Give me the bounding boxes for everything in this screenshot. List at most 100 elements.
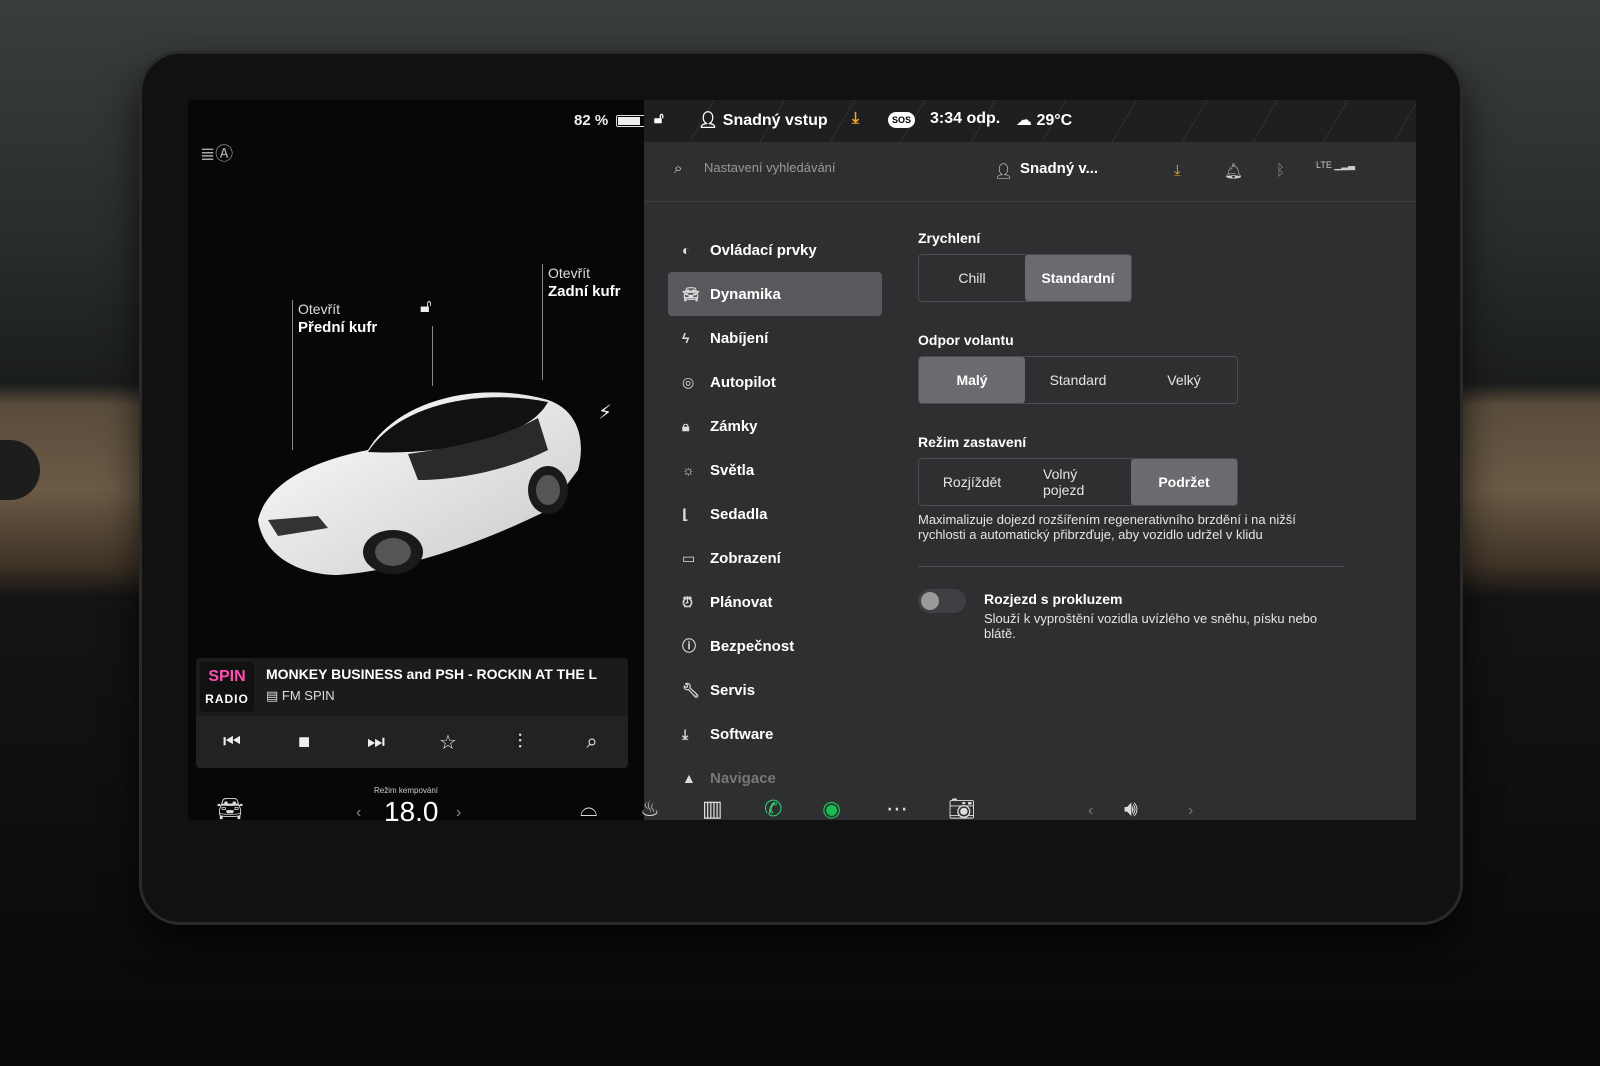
sos-label: SOS [888,112,916,128]
next-icon[interactable]: ⏭︎ [356,731,396,754]
profile-name: Snadný vstup [722,112,828,129]
lte-signal-icon: LTE ▁▂▃ [1316,160,1356,170]
open-frunk-callout[interactable]: Otevřít Přední kufr [298,300,377,337]
sidebar-item-label: Plánovat [710,593,773,611]
clock: 3:34 odp. [930,110,1001,127]
sidebar-item-6[interactable]: ☼ Světla [668,448,882,492]
sidebar-item-label: Zobrazení [710,549,781,567]
station-name: ▤ FM SPIN [266,688,335,703]
stopping-option-3[interactable]: Podržet [1131,459,1237,505]
search-row: ⌕ 👤︎ Snadný v... ⤓ 🔔︎ ᛒ LTE ▁▂▃ [644,142,1416,202]
settings-menu: ◐ Ovládací prvky 🚘︎ Dynamika ϟ Nabíjení ◎ Autop… [668,228,882,800]
seat-icon: ⌊ [682,505,689,522]
charge-port-icon[interactable]: ⚡︎ [598,400,612,425]
bell-icon[interactable]: 🔔︎ [1224,162,1243,180]
sidebar-item-5[interactable]: 🔒︎ Zámky [668,404,882,448]
steering-option-1[interactable]: Malý [919,357,1025,403]
network-type: LTE [1316,160,1332,170]
display-icon: ▭ [682,549,696,566]
temp-down-icon[interactable]: ‹ [356,804,361,822]
temp-up-icon[interactable]: › [456,804,461,822]
weather: ☁︎ 29°C [1016,112,1073,129]
alarm-icon: ⏰︎ [682,593,693,610]
front-defrost-icon[interactable]: ⌓ [580,796,597,822]
sos-icon[interactable]: SOS [888,110,916,128]
rear-defrost-icon[interactable]: ▥ [702,796,723,822]
callout-rear-line1: Otevřít [548,265,591,281]
interior-trim [0,440,40,500]
toggle-knob [921,592,939,610]
stopping-option-2[interactable]: Volný pojezd [1025,459,1131,505]
driver-profile[interactable]: 👤︎ Snadný vstup [698,110,828,130]
trunk-leader-line [542,264,543,380]
battery-icon [616,114,647,127]
toggle-icon: ◐ [682,242,691,258]
outside-temperature: 29°C [1036,112,1073,129]
car-icon: 🚘︎ [682,285,700,302]
media-controls: ⏮︎ ■ ⏭︎ ☆ ⫶ ⌕ [196,716,628,768]
bluetooth-icon[interactable]: ᛒ [1276,162,1285,179]
phone-icon[interactable]: ✆ [764,796,782,822]
sidebar-item-1[interactable]: ◐ Ovládací prvky [668,228,882,272]
favorite-star-icon[interactable]: ☆ [428,730,468,755]
bolt-icon: ϟ [682,330,690,346]
auto-headlight-icon[interactable]: ≣Ⓐ [200,140,233,166]
camera-icon[interactable]: 📷︎ [948,796,976,822]
previous-icon[interactable]: ⏮︎ [212,731,252,754]
sidebar-item-4[interactable]: ◎ Autopilot [668,360,882,404]
sidebar-item-10[interactable]: ⓘ Bezpečnost [668,624,882,668]
volume-down-icon[interactable]: ‹ [1088,802,1093,820]
acceleration-option-2[interactable]: Standardní [1025,255,1131,301]
logo-line2: RADIO [205,692,249,706]
more-apps-icon[interactable]: ⋯ [886,796,908,822]
unlock-icon[interactable]: 🔓︎ [420,296,432,317]
profile-icon[interactable]: 👤︎ [994,162,1013,180]
steering-title: Odpor volantu [918,332,1014,348]
download-icon[interactable]: ⤓ [1174,162,1181,179]
sidebar-item-label: Dynamika [710,285,781,303]
media-search-icon[interactable]: ⌕ [572,731,612,754]
spotify-icon[interactable]: ◉ [822,796,841,822]
stopping-title: Režim zastavení [918,434,1027,450]
sidebar-item-3[interactable]: ϟ Nabíjení [668,316,882,360]
cabin-temperature[interactable]: 18.0 [384,796,439,828]
stop-icon[interactable]: ■ [284,731,324,754]
download-icon: ⤓ [682,725,689,742]
volume-up-icon[interactable]: › [1188,802,1193,820]
seat-heater-icon[interactable]: ♨︎ [640,796,660,822]
slip-start-toggle[interactable] [918,589,966,613]
alert-icon: ⓘ [682,638,696,654]
settings-search-input[interactable] [704,160,964,175]
sidebar-item-label: Servis [710,681,756,699]
station-name-text: FM SPIN [281,688,335,703]
callout-front-line1: Otevřít [298,301,341,317]
acceleration-selector: Chill Standardní [918,254,1132,302]
stopping-option-1[interactable]: Rozjíždět [919,459,1025,505]
sidebar-item-label: Bezpečnost [710,637,795,655]
sidebar-item-2[interactable]: 🚘︎ Dynamika [668,272,882,316]
sidebar-item-11[interactable]: 🔧︎ Servis [668,668,882,712]
stopping-mode-selector: Rozjíždět Volný pojezd Podržet [918,458,1238,506]
profile-short-name[interactable]: Snadný v... [1020,160,1098,177]
steering-option-2[interactable]: Standard [1025,357,1131,403]
steering-option-3[interactable]: Velký [1131,357,1237,403]
sidebar-item-9[interactable]: ⏰︎ Plánovat [668,580,882,624]
divider [918,566,1344,567]
car-controls-icon[interactable]: 🚘︎ [216,796,244,822]
sidebar-item-8[interactable]: ▭ Zobrazení [668,536,882,580]
sidebar-item-12[interactable]: ⤓ Software [668,712,882,756]
volume-icon[interactable]: 🔊︎ [1124,796,1138,822]
stopping-description: Maximalizuje dojezd rozšířením regenerat… [918,512,1296,542]
door-lock-icon[interactable]: 🔓︎ [654,110,664,127]
sidebar-item-7[interactable]: ⌊ Sedadla [668,492,882,536]
slip-start-row: Rozjezd s prokluzem Slouží k vyproštění … [918,589,1388,649]
update-download-icon[interactable]: ⤓ [852,110,859,128]
equalizer-icon[interactable]: ⫶ [500,731,540,754]
station-logo: SPIN RADIO [200,662,254,712]
acceleration-option-1[interactable]: Chill [919,255,1025,301]
media-player[interactable]: SPIN RADIO MONKEY BUSINESS and PSH - ROC… [196,658,628,768]
open-trunk-callout[interactable]: Otevřít Zadní kufr [548,264,621,301]
status-bar: 🔓︎ 👤︎ Snadný vstup ⤓ SOS 3:34 odp. ☁︎ 29… [644,100,1416,142]
sun-icon: ☼ [682,462,695,478]
sidebar-item-label: Nabíjení [710,329,769,347]
